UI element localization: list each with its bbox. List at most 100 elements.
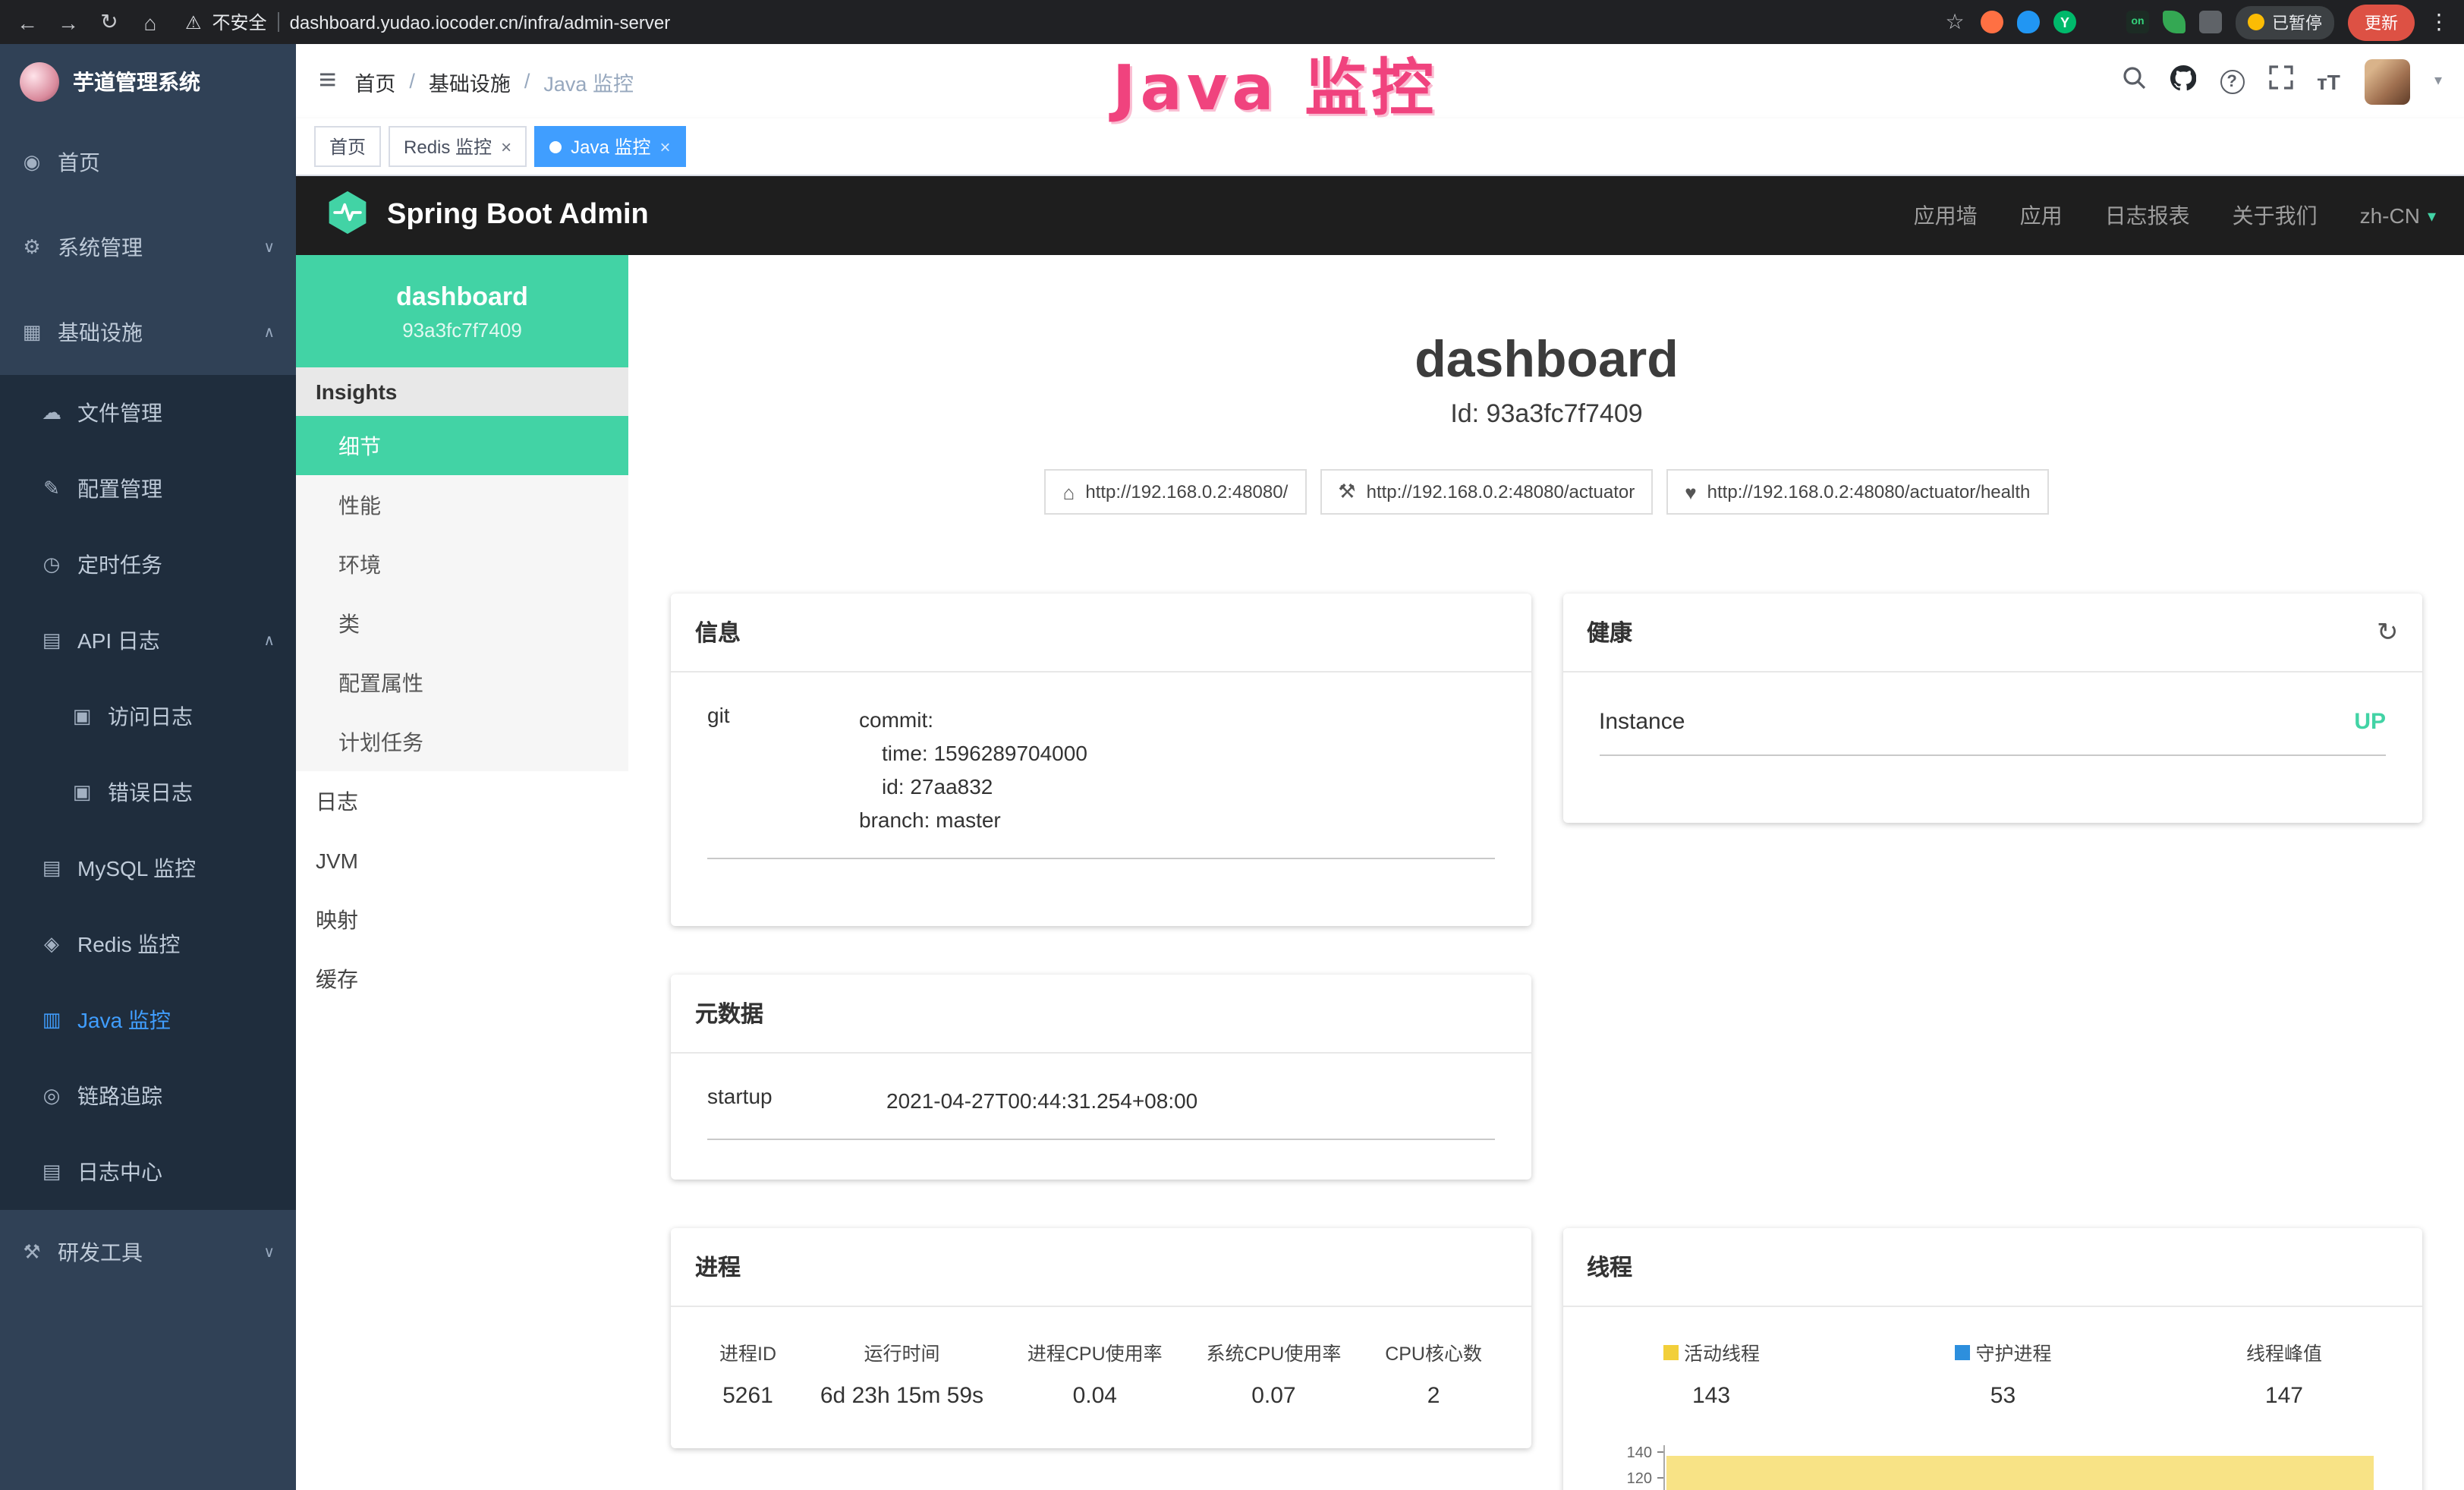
paused-badge[interactable]: 已暂停 [2236,5,2334,39]
sidebar-item-scheduled-tasks[interactable]: ◷ 定时任务 [0,527,296,603]
url-text[interactable]: dashboard.yudao.iocoder.cn/infra/admin-s… [290,11,671,33]
sba-item-metrics[interactable]: 性能 [296,475,628,534]
breadcrumb-home[interactable]: 首页 [354,66,395,96]
extensions-puzzle-icon[interactable] [2199,11,2222,33]
app-title: 芋道管理系统 [73,67,200,97]
sidebar-item-tracing[interactable]: ◎ 链路追踪 [0,1058,296,1134]
process-card: 进程 进程ID5261 运行时间6d 23h 15m 59s 进程CPU使用率0… [671,1228,1531,1448]
sidebar-item-label: 基础设施 [58,317,143,348]
sba-item-jvm[interactable]: JVM [296,830,628,890]
avatar-caret-icon[interactable]: ▾ [2434,73,2442,90]
breadcrumb-separator: / [524,70,530,93]
leaf-extension-icon[interactable] [2163,11,2186,33]
sba-locale-select[interactable]: zh-CN ▾ [2360,203,2436,228]
topbar-right-cluster: ? тT ▾ [2121,58,2442,104]
sba-item-classes[interactable]: 类 [296,594,628,653]
card-title: 健康 [1587,616,1632,648]
reload-icon[interactable]: ↻ [97,9,121,35]
sba-item-environment[interactable]: 环境 [296,534,628,594]
sba-navbar: Spring Boot Admin 应用墙 应用 日志报表 关于我们 zh-CN… [296,176,2464,255]
chart-y-axis: 140 120 100 [1599,1445,1663,1490]
app-logo-row[interactable]: 芋道管理系统 [0,44,296,120]
sba-item-config-props[interactable]: 配置属性 [296,653,628,712]
sidebar-item-config-manage[interactable]: ✎ 配置管理 [0,451,296,527]
legend-value: 143 [1692,1383,1730,1409]
process-header: CPU核心数 [1385,1337,1482,1366]
close-icon[interactable]: × [659,136,670,157]
fullscreen-icon[interactable] [2268,65,2292,97]
menu-kebab-icon[interactable]: ⋮ [2428,9,2450,35]
page-topbar: ≡ 首页 / 基础设施 / Java 监控 ? [296,44,2464,118]
sba-nav-about[interactable]: 关于我们 [2233,200,2318,231]
health-instance-label[interactable]: Instance [1599,709,1685,735]
yuque-extension-icon[interactable]: Y [2053,11,2076,33]
home-icon[interactable]: ⌂ [138,10,162,34]
chevron-down-icon: ∨ [263,239,275,256]
sidebar-item-infra[interactable]: ▦ 基础设施 ∧ [0,290,296,375]
github-icon[interactable] [2170,65,2195,98]
url-separator [278,12,279,32]
bookmark-star-icon[interactable]: ☆ [1943,9,1967,35]
battery-extension-icon[interactable]: on [2126,11,2149,33]
sidebar-item-file-manage[interactable]: ☁ 文件管理 [0,375,296,451]
sidebar-item-redis-monitor[interactable]: ◈ Redis 监控 [0,906,296,982]
sba-item-logs[interactable]: 日志 [296,771,628,830]
sba-nav-applications[interactable]: 应用 [2020,200,2063,231]
link-label: http://192.168.0.2:48080/ [1085,481,1288,502]
update-button[interactable]: 更新 [2348,4,2415,40]
tab-home[interactable]: 首页 [314,126,381,167]
sidebar-item-error-log[interactable]: ▣ 错误日志 [0,754,296,830]
user-avatar[interactable] [2365,58,2410,104]
service-url-link[interactable]: ⌂ http://192.168.0.2:48080/ [1045,469,1307,515]
sidebar-item-label: API 日志 [77,625,160,656]
sba-item-mappings[interactable]: 映射 [296,890,628,949]
lion-extension-icon[interactable] [1981,11,2003,33]
sidebar-item-mysql-monitor[interactable]: ▤ MySQL 监控 [0,830,296,906]
hamburger-icon[interactable]: ≡ [319,64,336,99]
sidebar-item-system[interactable]: ⚙ 系统管理 ∨ [0,205,296,290]
font-size-icon[interactable]: тT [2317,69,2340,93]
sba-nav-wallboard[interactable]: 应用墙 [1914,200,1978,231]
tab-redis-monitor[interactable]: Redis 监控 × [389,126,527,167]
app-logo-avatar [20,62,59,102]
status-badge: UP [2354,709,2386,735]
history-icon[interactable]: ↺ [2377,617,2399,647]
sba-nav-journal[interactable]: 日志报表 [2105,200,2190,231]
sidebar-item-api-log[interactable]: ▤ API 日志 ∧ [0,603,296,679]
metadata-value: 2021-04-27T00:44:31.254+08:00 [886,1084,1197,1117]
link-label: http://192.168.0.2:48080/actuator/health [1707,481,2031,502]
monitor-icon: ▥ [39,1008,64,1032]
actuator-url-link[interactable]: ⚒ http://192.168.0.2:48080/actuator [1320,469,1653,515]
drop-extension-icon[interactable] [2017,11,2040,33]
process-value: 0.07 [1251,1383,1295,1409]
forward-icon[interactable]: → [56,10,80,34]
sidebar-item-access-log[interactable]: ▣ 访问日志 [0,679,296,754]
sidebar-item-home[interactable]: ◉ 首页 [0,120,296,205]
sba-logo-icon [325,189,370,242]
sidebar-item-java-monitor[interactable]: ▥ Java 监控 [0,982,296,1058]
sba-item-details[interactable]: 细节 [296,416,628,475]
address-bar[interactable]: ⚠ 不安全 dashboard.yudao.iocoder.cn/infra/a… [185,9,670,35]
process-value: 6d 23h 15m 59s [820,1383,983,1409]
tab-label: 首页 [329,134,366,159]
sidebar-item-label: 首页 [58,147,100,178]
process-table: 进程ID5261 运行时间6d 23h 15m 59s 进程CPU使用率0.04… [707,1337,1494,1409]
close-icon[interactable]: × [501,136,511,157]
health-url-link[interactable]: ♥ http://192.168.0.2:48080/actuator/heal… [1666,469,2048,515]
back-icon[interactable]: ← [15,10,39,34]
sba-item-scheduled[interactable]: 计划任务 [296,712,628,771]
edit-icon: ✎ [39,477,64,501]
home-icon: ⌂ [1063,480,1075,503]
sba-item-caches[interactable]: 缓存 [296,949,628,1008]
sidebar-item-log-center[interactable]: ▤ 日志中心 [0,1134,296,1210]
card-title: 线程 [1562,1228,2422,1307]
sba-brand-title[interactable]: Spring Boot Admin [387,199,649,232]
process-header: 进程CPU使用率 [1027,1337,1163,1366]
sidebar-item-dev-tools[interactable]: ⚒ 研发工具 ∨ [0,1210,296,1295]
sba-app-header[interactable]: dashboard 93a3fc7f7409 [296,255,628,367]
tab-java-monitor[interactable]: Java 监控 × [534,126,685,167]
y-tick: 120 [1599,1471,1663,1490]
search-icon[interactable] [2121,65,2145,97]
breadcrumb-infra[interactable]: 基础设施 [429,66,511,96]
help-icon[interactable]: ? [2220,69,2244,93]
